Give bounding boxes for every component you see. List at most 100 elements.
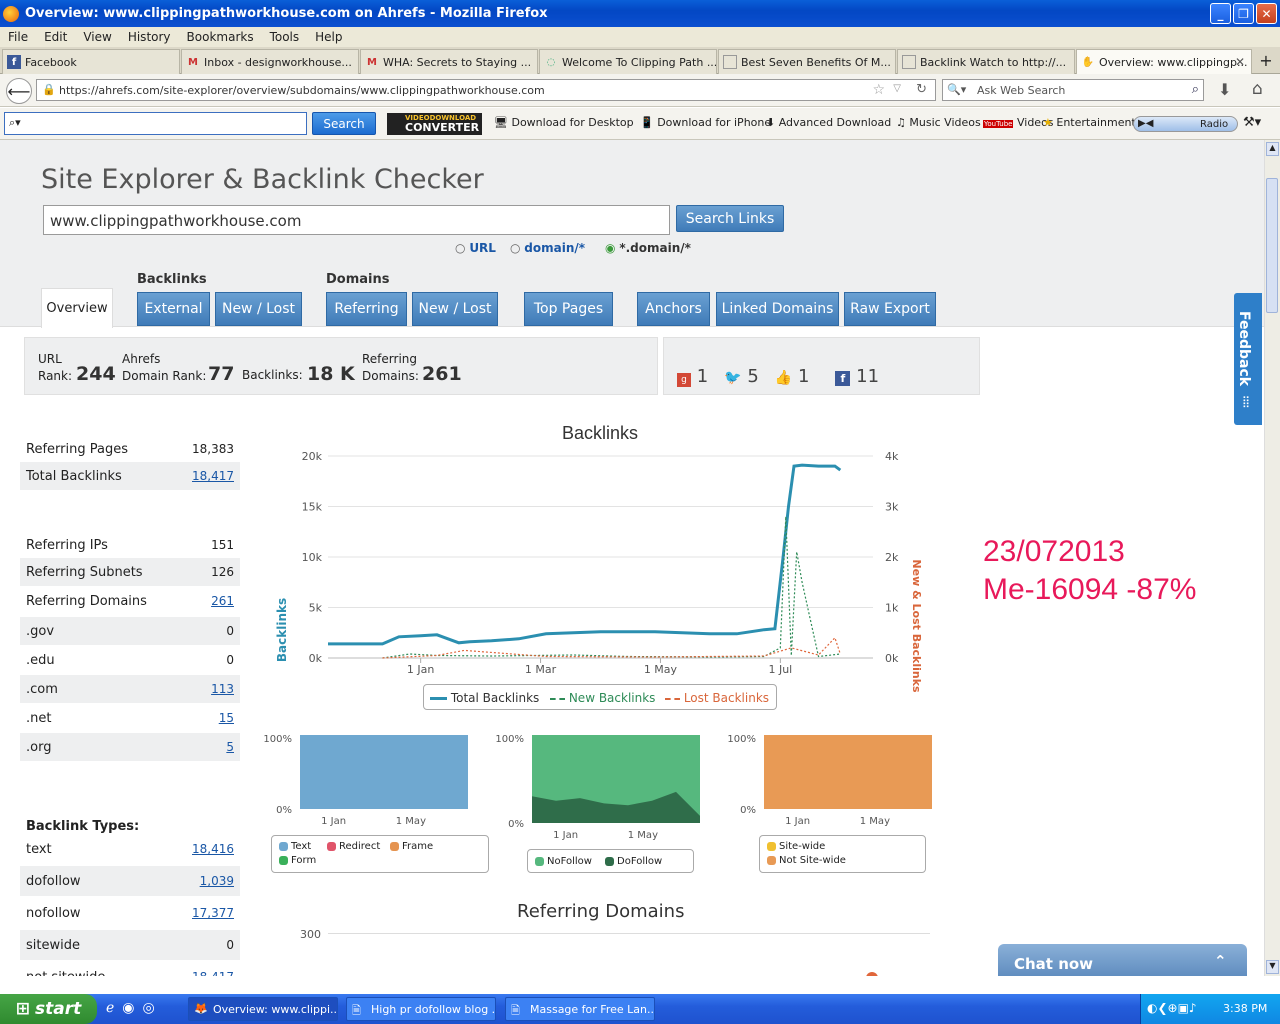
mode-subdomains[interactable]: ◉ *.domain/*	[605, 241, 691, 255]
legend-not-sitewide: Not Site-wide	[767, 855, 846, 866]
new-tab-icon[interactable]: +	[1255, 51, 1277, 71]
menu-history[interactable]: History	[128, 30, 171, 44]
backlink-type-value[interactable]: 17,377	[192, 906, 234, 920]
linked-domains-button[interactable]: Linked Domains	[716, 292, 839, 326]
tab-inbox[interactable]: M Inbox - designworkhouse...	[181, 49, 359, 74]
mini2-legend: NoFollow DoFollow	[527, 849, 694, 873]
raw-export-button[interactable]: Raw Export	[844, 292, 936, 326]
back-icon[interactable]: ⟵	[6, 78, 32, 104]
scrollbar-thumb[interactable]	[1266, 178, 1278, 313]
feedback-tab[interactable]: Feedback ⣿	[1234, 293, 1262, 425]
web-search-input[interactable]: 🔍▾ Ask Web Search ⌕	[942, 79, 1204, 101]
task-word-2[interactable]: 🗎 Massage for Free Lan...	[505, 997, 655, 1021]
scroll-down-icon[interactable]: ▼	[1266, 960, 1279, 974]
window-title: Overview: www.clippingpathworkhouse.com …	[25, 6, 548, 21]
tab-best-seven[interactable]: Best Seven Benefits Of M...	[718, 49, 896, 74]
metric-value[interactable]: 5	[226, 740, 234, 754]
url-rank-label-line1: URL	[38, 352, 62, 366]
video-download-converter-logo[interactable]: VIDEODOWNLOAD CONVERTER	[387, 113, 482, 135]
legend-form: Form	[279, 855, 316, 866]
top-pages-button[interactable]: Top Pages	[524, 292, 613, 326]
task-firefox[interactable]: 🦊 Overview: www.clippi...	[188, 997, 338, 1021]
menu-view[interactable]: View	[83, 30, 111, 44]
tab-welcome[interactable]: ◌ Welcome To Clipping Path ...	[539, 49, 717, 74]
new-lost-domains-button[interactable]: New / Lost	[412, 292, 498, 326]
menu-file[interactable]: File	[8, 30, 28, 44]
star-icon: ★	[1043, 116, 1053, 129]
search-icon[interactable]: ⌕	[1192, 82, 1199, 97]
close-button[interactable]: ✕	[1256, 3, 1277, 24]
minimize-button[interactable]: _	[1210, 3, 1231, 24]
download-desktop-link[interactable]: 🖥 Download for Desktop	[494, 116, 634, 129]
tab-facebook[interactable]: f Facebook	[2, 49, 180, 74]
chrome-alt-icon[interactable]: ◉	[122, 1000, 134, 1016]
metric-value: 151	[211, 538, 234, 552]
toolbar-search-input[interactable]: ⌕▾	[4, 112, 307, 135]
dropdown-icon[interactable]: ▽	[893, 83, 901, 94]
play-icon[interactable]: ▶◀	[1138, 118, 1153, 129]
menu-help[interactable]: Help	[315, 30, 342, 44]
tray-icons[interactable]: ◐❮⊕▣♪	[1147, 1001, 1197, 1015]
metric-value[interactable]: 18,417	[192, 469, 234, 483]
tab-backlink-watch[interactable]: Backlink Watch to http://...	[897, 49, 1075, 74]
chat-widget[interactable]: Chat now ⌃	[998, 944, 1247, 976]
metric-label: Referring IPs	[26, 537, 108, 553]
tools-icon[interactable]: ⚒▾	[1243, 115, 1261, 130]
system-tray: ◐❮⊕▣♪ 3:38 PM	[1140, 994, 1280, 1024]
chevron-up-icon[interactable]: ⌃	[1214, 952, 1227, 970]
referring-button[interactable]: Referring	[326, 292, 407, 326]
mode-domain[interactable]: ○ domain/*	[510, 241, 585, 255]
home-icon[interactable]: ⌂	[1252, 79, 1263, 99]
advanced-download-link[interactable]: ⬇ Advanced Download	[766, 116, 891, 129]
task-word-1[interactable]: 🗎 High pr dofollow blog ...	[346, 997, 496, 1021]
tab-overview-page[interactable]: Overview	[41, 288, 113, 328]
backlink-type-value[interactable]: 18,416	[192, 842, 234, 856]
mode-url[interactable]: ○ URL	[455, 241, 496, 255]
metric-value[interactable]: 113	[211, 682, 234, 696]
legend-form-swatch	[279, 855, 288, 865]
anchors-button[interactable]: Anchors	[637, 292, 710, 326]
y-tick-label: 15k	[302, 501, 323, 514]
tab-wha[interactable]: M WHA: Secrets to Staying ...	[360, 49, 538, 74]
start-button[interactable]: ⊞ start	[0, 994, 97, 1024]
metric-value[interactable]: 261	[211, 594, 234, 608]
toolbar-search-button[interactable]: Search	[312, 112, 376, 135]
chrome-icon[interactable]: ◎	[143, 1000, 155, 1016]
y-tick-label: 0k	[309, 652, 323, 665]
download-iphone-link[interactable]: 📱 Download for iPhone	[640, 116, 771, 129]
external-button[interactable]: External	[137, 292, 210, 326]
music-videos-link[interactable]: ♫ Music Videos	[896, 116, 981, 129]
ie-icon[interactable]: ℯ	[106, 1000, 114, 1016]
radio-player[interactable]: ▶◀ Radio	[1133, 116, 1238, 132]
radio-unchecked-icon: ○	[455, 241, 466, 255]
x-tick-label: 1 Mar	[525, 663, 557, 676]
legend-dofollow-label: DoFollow	[617, 856, 663, 867]
backlink-type-value[interactable]: 18,417	[192, 970, 234, 976]
download-icon[interactable]: ⬇	[1218, 80, 1231, 99]
tab-overview[interactable]: ✋ Overview: www.clippingp... ✕	[1076, 49, 1252, 74]
metric-value[interactable]: 15	[219, 711, 234, 725]
backlink-type-value[interactable]: 1,039	[200, 874, 234, 888]
social-panel: g 1 🐦 5 👍 1 f 11	[663, 337, 980, 395]
entertainment-link[interactable]: ★ Entertainment	[1043, 116, 1136, 129]
menu-edit[interactable]: Edit	[44, 30, 67, 44]
social-counts: g 1 🐦 5 👍 1 f 11	[677, 366, 879, 387]
firefox-icon: 🦊	[194, 1002, 208, 1015]
search-engine-icon[interactable]: 🔍▾	[947, 83, 966, 96]
reload-icon[interactable]: ↻	[916, 82, 927, 97]
y2-tick-label: 0k	[885, 652, 899, 665]
menu-bookmarks[interactable]: Bookmarks	[187, 30, 254, 44]
close-tab-icon[interactable]: ✕	[1235, 55, 1245, 69]
like-count-item: 👍 1	[775, 366, 810, 387]
url-rank-value: 244	[76, 363, 116, 385]
like-icon: 👍	[774, 370, 793, 386]
y-tick-label: 20k	[302, 450, 323, 463]
maximize-button[interactable]: ❐	[1233, 3, 1254, 24]
url-bar[interactable]: 🔒 https://ahrefs.com/site-explorer/overv…	[36, 79, 936, 101]
scroll-up-icon[interactable]: ▲	[1266, 142, 1279, 156]
new-lost-backlinks-button[interactable]: New / Lost	[215, 292, 302, 326]
site-search-input[interactable]: www.clippingpathworkhouse.com	[43, 205, 670, 235]
menu-tools[interactable]: Tools	[270, 30, 300, 44]
star-icon[interactable]: ☆	[872, 82, 885, 98]
search-links-button[interactable]: Search Links	[676, 205, 784, 232]
